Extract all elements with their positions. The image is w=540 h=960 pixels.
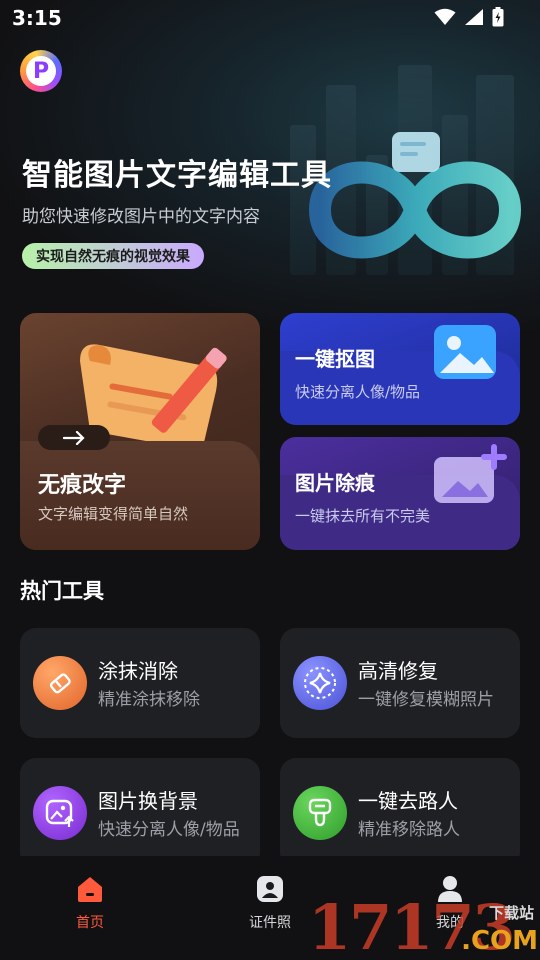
feature-title: 一键抠图 <box>295 347 375 371</box>
section-title: 热门工具 <box>20 579 104 603</box>
watermark-domain: .COM <box>461 926 538 956</box>
home-icon <box>78 877 102 902</box>
feature-card-blemish-removal[interactable]: 图片除痕 一键抹去所有不完美 <box>280 437 520 550</box>
tool-desc: 一键修复模糊照片 <box>358 690 494 710</box>
tool-desc: 快速分离人像/物品 <box>98 820 240 840</box>
status-bar: 3:15 <box>0 0 540 36</box>
eraser-icon <box>33 656 87 710</box>
feature-title: 无痕改字 <box>38 473 127 498</box>
tab-home[interactable]: 首页 <box>45 874 135 932</box>
watermark-label: 下载站 <box>488 904 534 922</box>
tool-desc: 精准涂抹移除 <box>98 690 200 710</box>
image-plus-icon <box>434 444 507 503</box>
arrow-button[interactable] <box>38 425 110 450</box>
tool-change-background[interactable]: 图片换背景 快速分离人像/物品 <box>20 758 260 868</box>
tab-label: 首页 <box>76 915 104 931</box>
app-logo-letter: P <box>26 56 56 86</box>
brush-icon <box>293 786 347 840</box>
hero-subtitle: 助您快速修改图片中的文字内容 <box>22 207 260 227</box>
tool-name: 图片换背景 <box>98 789 198 813</box>
infinity-illustration <box>308 132 522 259</box>
image-upload-icon <box>33 786 87 840</box>
app-logo: P <box>20 50 62 92</box>
wifi-icon <box>434 8 456 25</box>
hero-title: 智能图片文字编辑工具 <box>22 158 332 193</box>
feature-subtitle: 一键抹去所有不完美 <box>295 507 431 525</box>
arrow-right-icon <box>63 430 85 445</box>
tool-hd-restore[interactable]: 高清修复 一键修复模糊照片 <box>280 628 520 738</box>
image-icon <box>434 325 496 379</box>
id-photo-icon <box>257 876 283 902</box>
feature-subtitle: 快速分离人像/物品 <box>295 383 421 401</box>
feature-subtitle: 文字编辑变得简单自然 <box>38 505 189 523</box>
hero-tag: 实现自然无痕的视觉效果 <box>22 243 204 269</box>
tab-id-photo[interactable]: 证件照 <box>225 874 315 932</box>
tool-name: 一键去路人 <box>358 789 458 813</box>
status-icons <box>434 7 504 27</box>
status-time: 3:15 <box>12 6 62 30</box>
sparkle-icon <box>293 656 347 710</box>
tool-desc: 精准移除路人 <box>358 820 460 840</box>
tab-label: 证件照 <box>249 915 291 931</box>
signal-icon <box>465 9 483 25</box>
battery-icon <box>492 7 504 27</box>
feature-card-cutout[interactable]: 一键抠图 快速分离人像/物品 <box>280 313 520 425</box>
site-watermark: 17173 下载站 .COM <box>308 896 540 960</box>
tool-name: 高清修复 <box>358 659 438 683</box>
tool-remove-passerby[interactable]: 一键去路人 精准移除路人 <box>280 758 520 868</box>
tool-smear-erase[interactable]: 涂抹消除 精准涂抹移除 <box>20 628 260 738</box>
feature-title: 图片除痕 <box>295 471 375 495</box>
tool-name: 涂抹消除 <box>98 659 178 683</box>
